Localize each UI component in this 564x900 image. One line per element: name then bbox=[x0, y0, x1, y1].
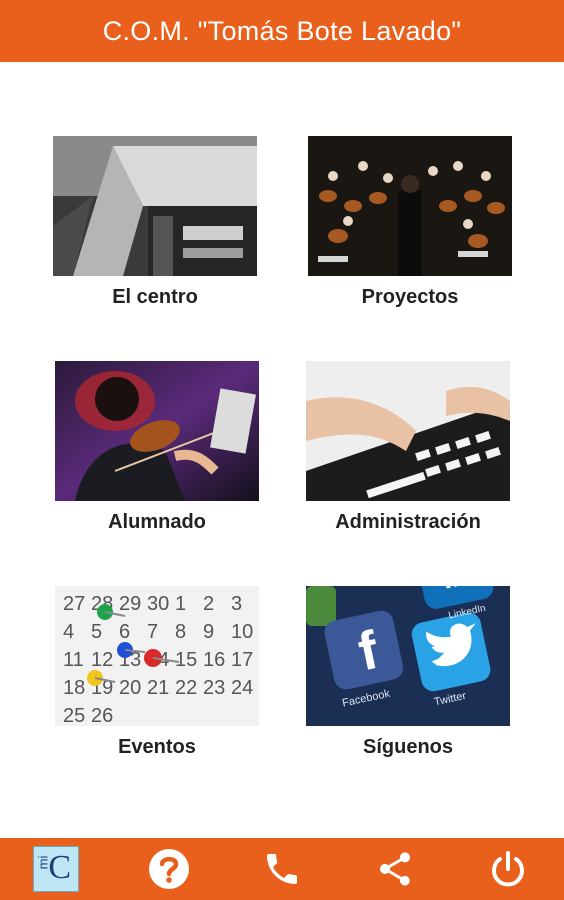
tile-label: Síguenos bbox=[362, 736, 453, 758]
calendar-day: 25 bbox=[63, 705, 85, 726]
calendar-day: 16 bbox=[203, 649, 225, 671]
top-bar: C.O.M. "Tomás Bote Lavado" bbox=[0, 0, 564, 62]
calendar-day: 8 bbox=[175, 621, 186, 643]
share-button[interactable] bbox=[369, 843, 421, 895]
tile-proyectos[interactable]: Proyectos bbox=[308, 136, 512, 316]
keyboard-image bbox=[306, 361, 510, 501]
tile-label: Alumnado bbox=[108, 511, 206, 533]
violinist-image bbox=[55, 361, 259, 501]
menu-grid: El centro Proyectos Alumnado Administrac… bbox=[0, 62, 564, 838]
calendar-day: 3 bbox=[231, 593, 242, 615]
tile-eventos[interactable]: 2728293012345678910111213141516171819202… bbox=[55, 586, 259, 766]
call-button[interactable] bbox=[256, 843, 308, 895]
tile-alumnado[interactable]: Alumnado bbox=[55, 361, 259, 541]
exit-button[interactable] bbox=[482, 843, 534, 895]
building-image bbox=[53, 136, 257, 276]
tile-label: El centro bbox=[112, 286, 198, 308]
calendar-day: 12 bbox=[91, 649, 113, 671]
calendar-day: 2 bbox=[203, 593, 214, 615]
calendar-day: 7 bbox=[147, 621, 158, 643]
tile-label: Proyectos bbox=[361, 286, 459, 308]
phone-icon bbox=[266, 854, 297, 884]
calendar-day: 22 bbox=[175, 677, 197, 699]
bottom-nav: mi C bbox=[0, 838, 564, 900]
calendar-day: 1 bbox=[175, 593, 186, 615]
calendar-day: 30 bbox=[147, 593, 169, 615]
calendar-day: 20 bbox=[119, 677, 141, 699]
calendar-day: 23 bbox=[203, 677, 225, 699]
tile-siguenos[interactable]: f Facebook Twitter in LinkedIn Síguenos bbox=[306, 586, 510, 766]
orchestra-image bbox=[308, 136, 512, 276]
calendar-day: 15 bbox=[175, 649, 197, 671]
app-logo-icon: mi C bbox=[33, 846, 80, 892]
share-icon bbox=[379, 852, 410, 886]
tile-label: Eventos bbox=[118, 736, 196, 758]
social-apps-image: f Facebook Twitter in LinkedIn bbox=[306, 586, 510, 726]
calendar-day: 24 bbox=[231, 677, 253, 699]
calendar-image: 2728293012345678910111213141516171819202… bbox=[55, 586, 259, 726]
calendar-day: 9 bbox=[203, 621, 214, 643]
logo-c: C bbox=[48, 849, 72, 886]
calendar-day: 5 bbox=[91, 621, 102, 643]
calendar-day: 17 bbox=[231, 649, 253, 671]
tile-el-centro[interactable]: El centro bbox=[53, 136, 257, 316]
calendar-day: 21 bbox=[147, 677, 169, 699]
calendar-day: 27 bbox=[63, 593, 85, 615]
calendar-day: 18 bbox=[63, 677, 85, 699]
power-icon bbox=[491, 851, 524, 887]
tile-label: Administración bbox=[335, 511, 481, 533]
calendar-day: 26 bbox=[91, 705, 113, 726]
page-title: C.O.M. "Tomás Bote Lavado" bbox=[102, 15, 462, 46]
help-icon bbox=[149, 849, 190, 889]
calendar-day: 4 bbox=[63, 621, 74, 643]
help-button[interactable] bbox=[143, 843, 195, 895]
calendar-day: 11 bbox=[63, 649, 84, 671]
calendar-day: 6 bbox=[119, 621, 130, 643]
tile-administracion[interactable]: Administración bbox=[306, 361, 510, 541]
calendar-day: 29 bbox=[119, 593, 141, 615]
calendar-day: 10 bbox=[231, 621, 253, 643]
app-logo-button[interactable]: mi C bbox=[30, 843, 82, 895]
